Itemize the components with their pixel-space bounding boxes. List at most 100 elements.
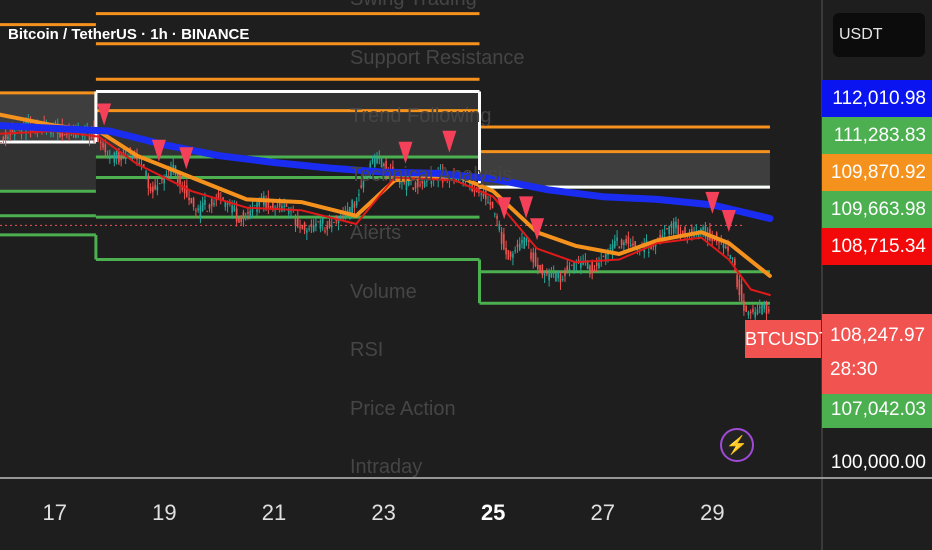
price-level-tag: 112,010.98 bbox=[822, 80, 932, 117]
indicator-menu-item[interactable]: Trend Following bbox=[350, 105, 492, 128]
candle-body bbox=[512, 253, 514, 258]
candle-body bbox=[204, 199, 206, 205]
candle-body bbox=[2, 136, 5, 141]
candle-body bbox=[543, 274, 546, 276]
x-tick-label: 29 bbox=[700, 500, 725, 525]
candle-body bbox=[63, 133, 66, 136]
symbol-title[interactable]: Bitcoin / TetherUS · 1h · BINANCE bbox=[8, 26, 249, 43]
price-chart[interactable] bbox=[0, 0, 932, 550]
candle-body bbox=[315, 223, 317, 227]
candle-body bbox=[568, 269, 571, 272]
candle-body bbox=[0, 142, 2, 144]
candle-body bbox=[321, 218, 324, 224]
candle-body bbox=[738, 279, 741, 296]
candle-body bbox=[745, 305, 747, 312]
candle-body bbox=[188, 197, 190, 201]
candle-body bbox=[145, 171, 147, 176]
candle-body bbox=[627, 236, 630, 244]
candle-body bbox=[561, 279, 564, 281]
candle-body bbox=[618, 246, 621, 249]
candle-body bbox=[167, 170, 170, 172]
indicator-menu-item[interactable]: Alerts bbox=[350, 222, 401, 245]
candle-body bbox=[197, 208, 199, 211]
x-tick-label: 25 bbox=[480, 500, 506, 525]
candle-body bbox=[192, 198, 195, 207]
candle-body bbox=[647, 252, 650, 254]
indicator-menu-item[interactable]: RSI bbox=[350, 339, 383, 362]
indicator-menu-item[interactable]: Technical Analysis bbox=[350, 164, 512, 187]
candle-body bbox=[480, 193, 483, 195]
candle-body bbox=[195, 210, 197, 212]
indicator-menu-item[interactable]: Swing Trading bbox=[350, 0, 477, 11]
indicator-menu-item[interactable]: Intraday bbox=[350, 456, 422, 479]
candle-body bbox=[521, 240, 523, 244]
candle-body bbox=[7, 136, 9, 139]
candle-body bbox=[537, 264, 539, 270]
candle-body bbox=[516, 244, 519, 247]
indicator-menu-item[interactable]: Volume bbox=[350, 281, 417, 304]
indicator-menu-item[interactable]: Price Action bbox=[350, 398, 456, 421]
candle-body bbox=[557, 271, 560, 278]
candle-body bbox=[213, 202, 215, 205]
candle-body bbox=[152, 186, 154, 193]
candle-body bbox=[165, 173, 168, 178]
candle-body bbox=[675, 221, 677, 229]
candle-body bbox=[668, 226, 670, 234]
candle-body bbox=[238, 218, 240, 223]
candle-body bbox=[149, 186, 152, 191]
candle-body bbox=[412, 187, 415, 191]
candle-body bbox=[158, 183, 161, 185]
candle-body bbox=[190, 197, 193, 204]
candle-body bbox=[487, 202, 489, 204]
candle-body bbox=[226, 202, 229, 205]
currency-button[interactable]: USDT bbox=[833, 13, 925, 57]
candle-body bbox=[718, 241, 720, 243]
candle-body bbox=[109, 157, 111, 159]
candle-body bbox=[326, 225, 329, 230]
candle-body bbox=[593, 268, 596, 270]
candle-body bbox=[539, 264, 541, 273]
candle-body bbox=[333, 221, 335, 223]
candle-body bbox=[672, 221, 675, 234]
candle-body bbox=[743, 300, 745, 311]
candle-body bbox=[724, 246, 727, 248]
candle-body bbox=[88, 136, 91, 140]
symbol-price-label: BTCUSDT bbox=[745, 320, 830, 358]
candle-body bbox=[353, 203, 356, 208]
candle-body bbox=[514, 250, 516, 252]
price-level-tag: 109,663.98 bbox=[822, 191, 932, 228]
indicator-menu-item[interactable]: Support Resistance bbox=[350, 47, 525, 70]
candle-body bbox=[749, 311, 752, 313]
candle-body bbox=[614, 240, 616, 248]
candle-body bbox=[324, 230, 326, 232]
candle-body bbox=[564, 272, 566, 276]
candle-body bbox=[240, 216, 242, 222]
candle-body bbox=[242, 212, 245, 220]
candle-body bbox=[319, 220, 322, 229]
candle-body bbox=[634, 241, 637, 247]
candle-body bbox=[663, 232, 666, 235]
candle-body bbox=[235, 208, 238, 222]
candle-body bbox=[548, 273, 550, 281]
candle-body bbox=[507, 250, 510, 260]
x-tick-label: 17 bbox=[42, 500, 68, 525]
candle-body bbox=[758, 306, 761, 309]
candle-body bbox=[310, 224, 313, 227]
candle-body bbox=[199, 205, 202, 218]
candle-body bbox=[765, 303, 768, 314]
candle-body bbox=[299, 226, 301, 229]
candle-body bbox=[224, 201, 227, 208]
candle-body bbox=[161, 177, 163, 181]
candle-body bbox=[559, 273, 562, 283]
candle-body bbox=[629, 244, 632, 247]
candle-body bbox=[312, 225, 315, 232]
lightning-icon[interactable]: ⚡ bbox=[720, 428, 754, 462]
candle-body bbox=[301, 224, 304, 230]
candle-body bbox=[702, 227, 704, 230]
candle-body bbox=[550, 273, 553, 277]
candle-body bbox=[532, 252, 535, 263]
candle-body bbox=[217, 192, 220, 199]
candle-body bbox=[308, 228, 310, 230]
candle-body bbox=[127, 153, 129, 155]
candle-body bbox=[104, 144, 107, 153]
